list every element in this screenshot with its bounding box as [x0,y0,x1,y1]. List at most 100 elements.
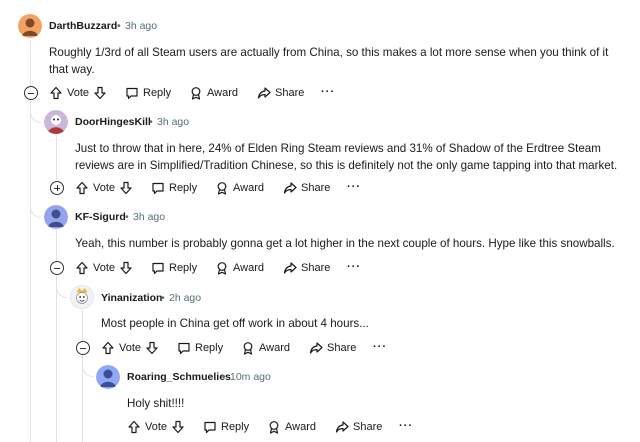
share-icon [257,87,271,99]
share-label: Share [353,421,383,433]
vote-label: Vote [93,262,116,274]
award-button[interactable]: Award [215,179,264,197]
more-icon[interactable]: ··· [347,181,361,193]
meta-dot: • [222,371,226,383]
reply-button[interactable]: Reply [125,84,171,102]
meta-dot: • [117,20,121,32]
arrow-down-icon[interactable] [171,420,185,434]
comment-time[interactable]: 3h ago [157,116,189,128]
share-button[interactable]: Share [283,259,330,277]
vote-group: Vote [49,84,107,102]
comment-time[interactable]: 3h ago [125,20,157,32]
share-icon [335,421,349,433]
collapse-icon[interactable] [50,261,64,275]
collapse-icon[interactable] [24,86,38,100]
share-label: Share [301,262,331,274]
vote-group: Vote [75,179,133,197]
share-icon [283,182,297,194]
thread-line-0[interactable] [30,40,31,442]
reply-bubble-icon [178,342,190,355]
reply-bubble-icon [152,182,164,195]
reply-button[interactable]: Reply [203,418,249,436]
award-icon [217,182,227,195]
meta-dot: • [149,116,153,128]
avatar[interactable] [44,110,68,134]
reply-label: Reply [169,262,198,274]
award-button[interactable]: Award [267,418,316,436]
comment-author[interactable]: DoorHingesKill [75,116,151,128]
award-icon [269,421,279,434]
reply-label: Reply [195,342,224,354]
thread-line-1[interactable] [56,135,57,180]
share-button[interactable]: Share [335,418,382,436]
vote-label: Vote [67,87,90,99]
award-button[interactable]: Award [241,339,290,357]
award-label: Award [233,262,264,274]
arrow-up-icon[interactable] [49,86,63,100]
comment-time[interactable]: 10m ago [230,371,271,383]
arrow-down-icon[interactable] [119,261,133,275]
comment-time[interactable]: 3h ago [133,211,165,223]
avatar[interactable] [96,365,120,389]
reply-bubble-icon [204,421,216,434]
share-label: Share [301,182,331,194]
meta-dot: • [125,211,129,223]
comment-author[interactable]: Roaring_Schmuelies [127,371,231,383]
arrow-down-icon[interactable] [145,341,159,355]
vote-label: Vote [145,421,168,433]
share-button[interactable]: Share [309,339,356,357]
share-label: Share [275,87,305,99]
thread-connector [82,362,93,377]
avatar[interactable] [70,285,94,309]
comment-body: Most people in China get off work in abo… [101,317,369,330]
share-button[interactable]: Share [283,179,330,197]
arrow-up-icon[interactable] [75,181,89,195]
collapse-icon[interactable] [76,341,90,355]
more-icon[interactable]: ··· [373,341,387,353]
award-label: Award [233,182,264,194]
comment-author[interactable]: Yinanization [101,292,162,304]
reply-button[interactable]: Reply [151,259,197,277]
reply-bubble-icon [126,87,138,100]
thread-connector [30,203,41,218]
award-label: Award [285,421,316,433]
arrow-up-icon[interactable] [101,341,115,355]
reply-button[interactable]: Reply [177,339,223,357]
avatar[interactable] [18,14,42,38]
more-icon[interactable]: ··· [321,86,335,98]
vote-label: Vote [93,182,116,194]
comment-time[interactable]: 2h ago [169,292,201,304]
award-button[interactable]: Award [215,259,264,277]
award-label: Award [259,342,290,354]
meta-dot: • [161,292,165,304]
share-icon [309,342,323,354]
thread-connector [30,108,41,123]
comment-author[interactable]: KF-Sigurd [75,211,126,223]
comment-body: Holy shit!!!! [127,397,185,410]
vote-group: Vote [75,259,133,277]
arrow-up-icon[interactable] [127,420,141,434]
reply-button[interactable]: Reply [151,179,197,197]
arrow-down-icon[interactable] [119,181,133,195]
award-label: Award [207,87,238,99]
reply-bubble-icon [152,262,164,275]
share-icon [283,262,297,274]
share-button[interactable]: Share [257,84,304,102]
comment-body: Roughly 1/3rd of all Steam users are act… [49,46,609,76]
more-icon[interactable]: ··· [399,420,413,432]
arrow-down-icon[interactable] [93,86,107,100]
thread-line-3[interactable] [82,310,83,442]
vote-group: Vote [127,418,185,436]
arrow-up-icon[interactable] [75,261,89,275]
comment-body: Yeah, this number is probably gonna get … [75,237,615,250]
vote-label: Vote [119,342,142,354]
comment-author[interactable]: DarthBuzzard [49,20,117,32]
avatar[interactable] [44,205,68,229]
award-icon [243,342,253,355]
award-button[interactable]: Award [189,84,238,102]
reply-label: Reply [221,421,250,433]
more-icon[interactable]: ··· [347,261,361,273]
thread-connector [56,283,67,298]
reply-label: Reply [143,87,172,99]
expand-icon[interactable] [50,181,64,195]
